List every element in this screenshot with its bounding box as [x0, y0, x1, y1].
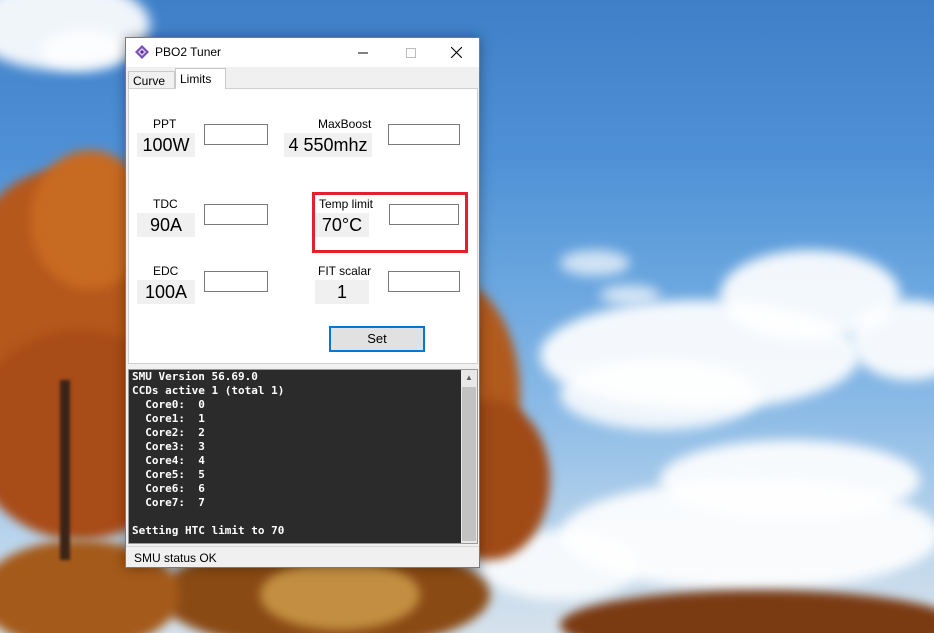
ppt-value: 100W	[137, 133, 195, 157]
edc-value: 100A	[137, 280, 195, 304]
limits-tab-page: PPT 100W MaxBoost 4 550mhz TDC 90A Temp …	[128, 88, 478, 364]
fit-scalar-value: 1	[315, 280, 369, 304]
edc-input[interactable]	[204, 271, 268, 292]
console-line: Core2: 2	[132, 426, 205, 439]
console-line: CCDs active 1 (total 1)	[132, 384, 285, 397]
console-output: SMU Version 56.69.0 CCDs active 1 (total…	[132, 370, 462, 538]
tdc-label: TDC	[153, 197, 178, 211]
set-button[interactable]: Set	[329, 326, 425, 352]
fit-scalar-input[interactable]	[388, 271, 460, 292]
fit-scalar-label: FIT scalar	[318, 264, 372, 278]
console-line: Core3: 3	[132, 440, 205, 453]
edc-label: EDC	[153, 264, 179, 278]
tdc-input[interactable]	[204, 204, 268, 225]
maxboost-value: 4 550mhz	[284, 133, 372, 157]
console-line: Core6: 6	[132, 482, 205, 495]
minimize-icon	[358, 52, 368, 53]
console-scrollbar[interactable]: ▲	[461, 370, 477, 543]
diamond-app-icon	[135, 45, 149, 59]
temp-limit-label: Temp limit	[319, 197, 374, 211]
console-line: Core7: 7	[132, 496, 205, 509]
ppt-input[interactable]	[204, 124, 268, 145]
pbo2-tuner-window: PBO2 Tuner Curve Limits PPT 100W MaxBoos…	[125, 37, 480, 568]
ppt-label: PPT	[153, 117, 177, 131]
console-line: Setting HTC limit to 70	[132, 524, 285, 537]
close-icon	[450, 47, 462, 58]
close-button[interactable]	[433, 38, 479, 67]
minimize-button[interactable]	[340, 38, 386, 67]
console-line: Core1: 1	[132, 412, 205, 425]
tab-limits[interactable]: Limits	[175, 68, 226, 89]
maxboost-label: MaxBoost	[318, 117, 372, 131]
console-line: Core0: 0	[132, 398, 205, 411]
smu-console[interactable]: SMU Version 56.69.0 CCDs active 1 (total…	[128, 369, 478, 544]
maximize-icon	[406, 47, 416, 58]
scroll-thumb[interactable]	[462, 387, 476, 541]
temp-limit-input[interactable]	[389, 204, 459, 225]
scroll-up-arrow-icon[interactable]: ▲	[461, 370, 477, 386]
console-line: SMU Version 56.69.0	[132, 370, 258, 383]
status-text: SMU status OK	[134, 551, 217, 565]
tdc-value: 90A	[137, 213, 195, 237]
status-bar: SMU status OK	[126, 546, 479, 567]
tab-strip: Curve Limits	[128, 68, 478, 89]
title-bar[interactable]: PBO2 Tuner	[126, 38, 479, 67]
window-title: PBO2 Tuner	[155, 45, 222, 59]
tab-curve[interactable]: Curve	[128, 71, 175, 89]
maximize-button[interactable]	[388, 38, 434, 67]
maxboost-input[interactable]	[388, 124, 460, 145]
temp-limit-value: 70°C	[315, 213, 369, 237]
console-line: Core4: 4	[132, 454, 205, 467]
console-line: Core5: 5	[132, 468, 205, 481]
